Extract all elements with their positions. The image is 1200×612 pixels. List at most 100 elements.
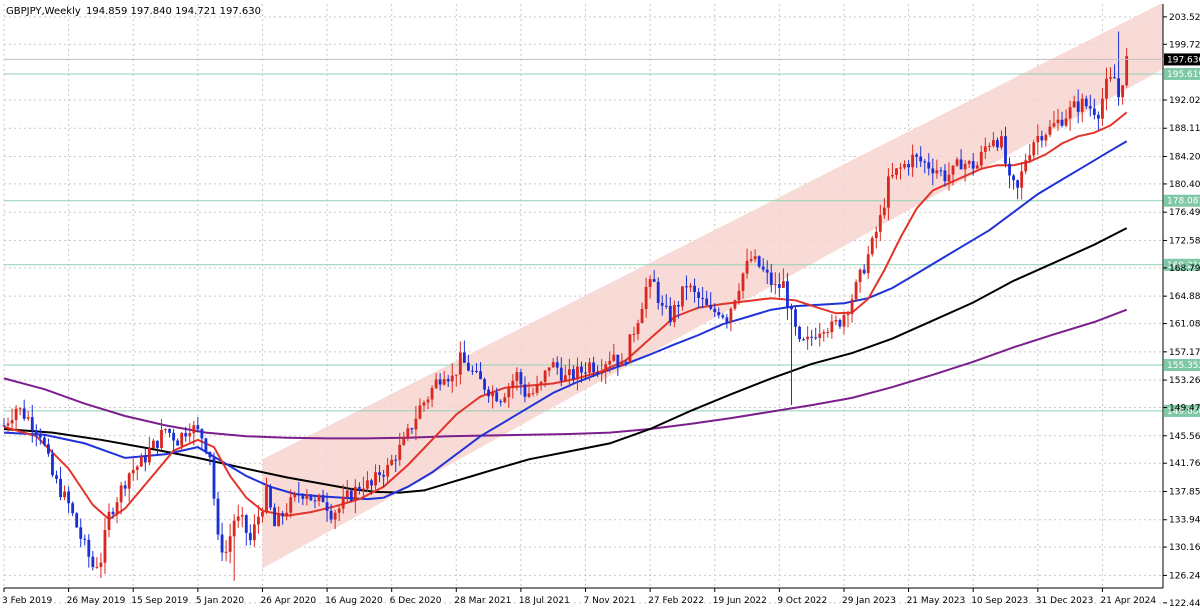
candle-body <box>616 354 620 367</box>
candle-body <box>47 444 50 454</box>
candle-body <box>212 457 216 499</box>
candle-body <box>511 380 515 388</box>
candle-body <box>648 279 652 288</box>
candle-body <box>30 417 34 431</box>
candle-body <box>1016 180 1020 188</box>
candle-body <box>1032 142 1036 156</box>
y-tick-label: 188.110 <box>1169 124 1200 134</box>
candle-body <box>519 372 523 385</box>
x-tick-label: 15 Sep 2019 <box>131 596 188 606</box>
candle-body <box>337 508 341 513</box>
y-tick-label: 168.790 <box>1169 264 1200 274</box>
candle-body <box>458 352 462 375</box>
candle-body <box>822 332 826 334</box>
candle-body <box>676 305 680 307</box>
candle-body <box>357 486 361 491</box>
candle-body <box>798 326 801 340</box>
candle-body <box>410 428 414 430</box>
candle-body <box>1044 134 1048 141</box>
candle-body <box>830 321 834 333</box>
candle-body <box>38 433 42 438</box>
candle-body <box>656 281 660 303</box>
candle-body <box>596 372 600 375</box>
candle-body <box>947 174 951 182</box>
candle-body <box>794 309 797 327</box>
y-tick-label: 172.585 <box>1169 236 1200 246</box>
candle-body <box>903 164 906 168</box>
candle-body <box>604 364 608 372</box>
candle-body <box>208 451 212 458</box>
candle-body <box>891 175 894 177</box>
candle-body <box>931 168 935 174</box>
candle-body <box>584 372 587 374</box>
candle-body <box>773 284 777 286</box>
candle-body <box>261 512 264 517</box>
candle-body <box>644 287 648 309</box>
candle-body <box>959 159 963 170</box>
candle-body <box>1000 136 1003 148</box>
candle-body <box>620 361 624 367</box>
candle-body <box>761 266 765 270</box>
candle-body <box>527 393 531 397</box>
candle-body <box>317 494 321 502</box>
candle-body <box>103 529 107 563</box>
y-tick-label: 157.175 <box>1169 348 1200 358</box>
y-tick-label: 126.240 <box>1169 571 1200 581</box>
candle-body <box>745 260 749 274</box>
candle-body <box>1060 119 1064 126</box>
candle-body <box>709 304 713 309</box>
candle-body <box>1068 107 1072 119</box>
candle-body <box>192 425 196 434</box>
candle-body <box>309 494 313 501</box>
candle-body <box>608 360 612 365</box>
x-tick-label: 31 Dec 2023 <box>1036 596 1094 606</box>
candle-body <box>592 362 596 373</box>
candle-body <box>398 444 402 460</box>
candle-body <box>313 500 317 502</box>
candle-body <box>450 375 454 382</box>
candle-body <box>139 456 143 467</box>
x-tick-label: 7 Nov 2021 <box>584 596 636 606</box>
candle-body <box>454 374 458 376</box>
candle-body <box>842 314 846 327</box>
candle-body <box>987 145 991 147</box>
candle-body <box>119 485 123 503</box>
candle-body <box>232 520 236 537</box>
x-tick-label: 26 May 2019 <box>67 596 126 606</box>
candle-body <box>580 366 583 373</box>
candle-body <box>1125 56 1129 86</box>
candle-body <box>523 384 527 397</box>
candle-body <box>531 392 535 394</box>
candle-body <box>349 490 353 501</box>
candle-body <box>979 151 983 166</box>
candle-body <box>1113 77 1116 79</box>
candle-body <box>341 496 345 509</box>
candle-body <box>858 269 862 283</box>
candle-body <box>612 354 616 361</box>
candle-body <box>164 429 167 431</box>
candle-body <box>382 474 386 477</box>
candle-body <box>252 524 256 541</box>
candle-body <box>1092 108 1096 115</box>
candle-body <box>543 370 547 382</box>
y-tick-label: 133.945 <box>1169 516 1200 526</box>
candle-body <box>668 305 672 323</box>
candle-body <box>895 168 898 176</box>
candle-body <box>289 497 293 513</box>
candle-body <box>42 437 46 445</box>
candle-body <box>257 516 260 525</box>
x-tick-label: 26 Apr 2020 <box>260 596 316 606</box>
chart-container: 195.619178.081169.218155.352149.000 203.… <box>0 0 1200 609</box>
candle-body <box>923 161 927 163</box>
candle-body <box>22 408 26 419</box>
candle-body <box>1052 123 1056 127</box>
candle-body <box>273 507 276 527</box>
candle-body <box>1105 78 1108 99</box>
candle-body <box>1096 114 1100 119</box>
candle-body <box>963 163 967 170</box>
candle-body <box>67 491 71 504</box>
candle-body <box>967 161 971 164</box>
x-tick-label: 19 Jun 2022 <box>713 596 767 606</box>
candle-body <box>414 418 418 430</box>
candle-body <box>1028 155 1032 161</box>
